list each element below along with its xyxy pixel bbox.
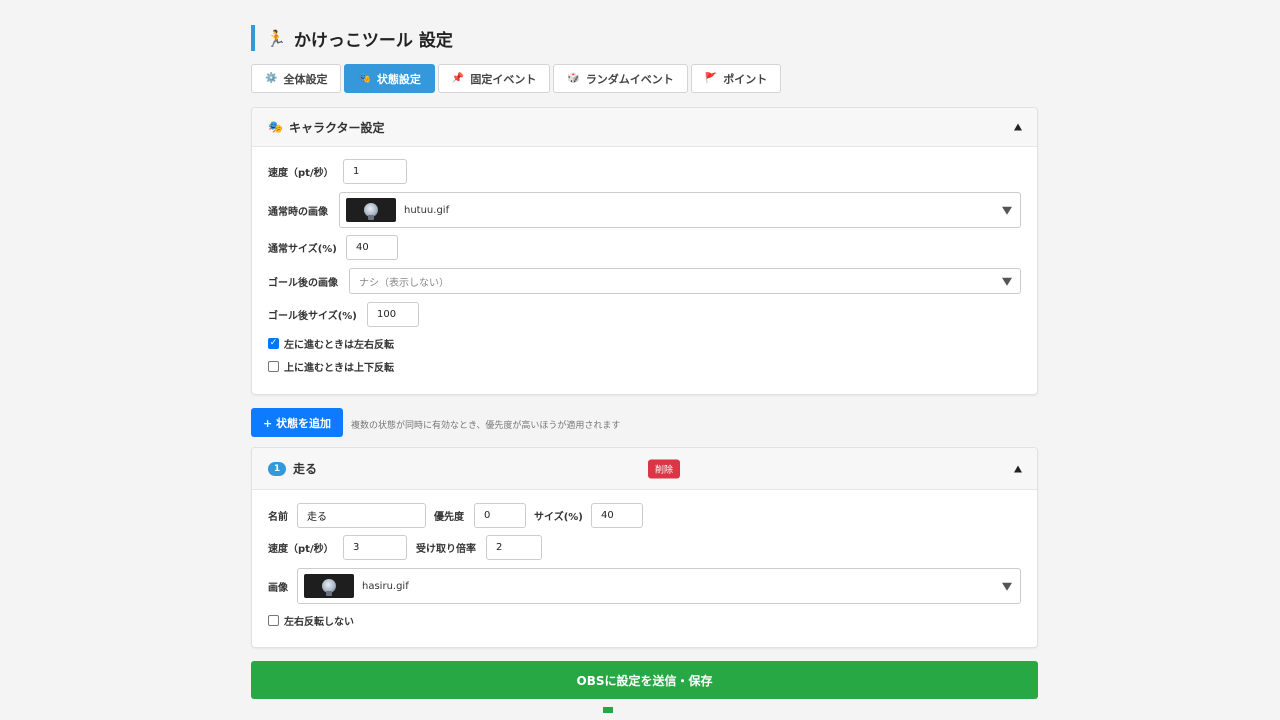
- checkbox-checked[interactable]: [268, 338, 279, 349]
- receive-rate-input[interactable]: 2: [486, 535, 542, 560]
- no-flip-row: 左右反転しない: [268, 613, 354, 628]
- goal-image-label: ゴール後の画像: [268, 277, 338, 289]
- dropdown-arrow-icon: [1002, 206, 1012, 215]
- normal-size-label: 通常サイズ(%): [268, 244, 337, 255]
- normal-image-label: 通常時の画像: [268, 206, 328, 218]
- add-state-button[interactable]: + 状態を追加: [251, 408, 344, 437]
- tab-points[interactable]: 🚩 ポイント: [690, 64, 782, 93]
- goal-size-input[interactable]: 100: [367, 302, 419, 327]
- checkbox-unchecked[interactable]: [268, 615, 279, 626]
- size-label: サイズ(%): [534, 512, 583, 523]
- flip-left-row: 左に進むときは左右反転: [268, 336, 394, 351]
- state-speed-row: 速度（pt/秒） 3 受け取り倍率 2: [268, 535, 542, 560]
- page-title-text: かけっこツール 設定: [293, 30, 453, 51]
- goal-size-row: ゴール後サイズ(%) 100: [268, 302, 419, 327]
- normal-size-input[interactable]: 40: [346, 235, 398, 260]
- delete-state-button[interactable]: 削除: [648, 459, 681, 478]
- tab-states[interactable]: 🎭 状態設定: [344, 64, 435, 93]
- mask-icon: 🎭: [268, 120, 283, 134]
- selected-file: hutuu.gif: [404, 204, 450, 216]
- speed-input[interactable]: 1: [343, 159, 407, 184]
- priority-input[interactable]: 0: [474, 503, 526, 528]
- tab-fixed-events[interactable]: 📌 固定イベント: [437, 64, 551, 93]
- flip-left-label: 左に進むときは左右反転: [284, 340, 394, 351]
- normal-image-select[interactable]: hutuu.gif: [339, 192, 1021, 228]
- normal-size-row: 通常サイズ(%) 40: [268, 235, 398, 260]
- goal-image-select[interactable]: ナシ（表示しない）: [349, 268, 1021, 294]
- tab-label: 状態設定: [376, 72, 421, 86]
- image-label: 画像: [268, 582, 288, 594]
- speed-label: 速度（pt/秒）: [268, 168, 334, 179]
- state-name-heading: 走る: [293, 462, 318, 476]
- collapse-caret-icon[interactable]: [1014, 465, 1022, 472]
- dice-icon: 🎲: [567, 73, 580, 84]
- normal-image-row: 通常時の画像 hutuu.gif: [268, 192, 1021, 228]
- image-thumbnail: [346, 198, 396, 222]
- status-indicator: [603, 707, 613, 713]
- runner-icon: 🏃: [266, 28, 286, 48]
- gear-icon: ⚙️: [265, 73, 278, 84]
- save-send-button[interactable]: OBSに設定を送信・保存: [251, 661, 1038, 699]
- flag-icon: 🚩: [704, 73, 718, 84]
- priority-hint: 複数の状態が同時に有効なとき、優先度が高いほうが適用されます: [351, 421, 621, 431]
- state-image-select[interactable]: hasiru.gif: [297, 568, 1021, 604]
- mask-icon: 🎭: [358, 73, 371, 84]
- selected-file: hasiru.gif: [362, 580, 409, 592]
- card-title: キャラクター設定: [288, 120, 385, 135]
- state-image-row: 画像 hasiru.gif: [268, 568, 1021, 604]
- flip-up-label: 上に進むときは上下反転: [284, 363, 394, 374]
- character-settings-card: 🎭 キャラクター設定 速度（pt/秒） 1 通常時の画像 hutuu.gif 通…: [251, 107, 1038, 395]
- pin-icon: 📌: [451, 73, 465, 84]
- goal-image-row: ゴール後の画像 ナシ（表示しない）: [268, 268, 1021, 294]
- collapse-caret-icon[interactable]: [1014, 123, 1022, 131]
- state-name-input[interactable]: 走る: [297, 503, 426, 528]
- page-title: 🏃 かけっこツール 設定: [251, 25, 453, 51]
- no-flip-checkbox[interactable]: 左右反転しない: [268, 613, 354, 628]
- tab-label: 全体設定: [283, 72, 328, 86]
- name-label: 名前: [268, 512, 288, 523]
- priority-label: 優先度: [434, 512, 464, 523]
- tab-label: 固定イベント: [470, 72, 537, 86]
- status-icon: [603, 707, 613, 713]
- state-index-badge: 1: [268, 461, 286, 476]
- size-input[interactable]: 40: [591, 503, 643, 528]
- select-placeholder: ナシ（表示しない）: [359, 277, 449, 289]
- tab-bar: ⚙️ 全体設定 🎭 状態設定 📌 固定イベント 🎲 ランダムイベント 🚩 ポイン…: [251, 64, 782, 93]
- checkbox-unchecked[interactable]: [268, 361, 279, 372]
- state-name-row: 名前 走る 優先度 0 サイズ(%) 40: [268, 503, 643, 528]
- flip-left-checkbox[interactable]: 左に進むときは左右反転: [268, 336, 394, 351]
- dropdown-arrow-icon: [1002, 582, 1012, 591]
- flip-up-checkbox[interactable]: 上に進むときは上下反転: [268, 359, 394, 374]
- receive-rate-label: 受け取り倍率: [416, 544, 476, 555]
- goal-size-label: ゴール後サイズ(%): [268, 311, 357, 322]
- image-thumbnail: [304, 574, 354, 598]
- tab-random-events[interactable]: 🎲 ランダムイベント: [553, 64, 688, 93]
- speed-row: 速度（pt/秒） 1: [268, 159, 407, 184]
- tab-label: ポイント: [723, 72, 768, 86]
- speed-label: 速度（pt/秒）: [268, 544, 334, 555]
- character-settings-header[interactable]: 🎭 キャラクター設定: [252, 108, 1037, 147]
- dropdown-arrow-icon: [1002, 277, 1012, 286]
- state-speed-input[interactable]: 3: [343, 535, 407, 560]
- flip-up-row: 上に進むときは上下反転: [268, 359, 394, 374]
- state-card: 1 走る 削除 名前 走る 優先度 0 サイズ(%) 40 速度（pt/秒） 3…: [251, 447, 1038, 648]
- state-card-header[interactable]: 1 走る 削除: [252, 448, 1037, 490]
- tab-general[interactable]: ⚙️ 全体設定: [251, 64, 342, 93]
- tab-label: ランダムイベント: [585, 72, 674, 86]
- no-flip-label: 左右反転しない: [284, 617, 354, 628]
